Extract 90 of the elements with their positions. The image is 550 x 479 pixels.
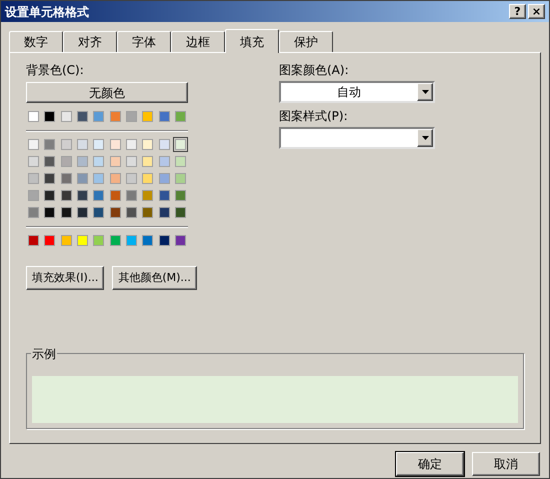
close-button[interactable]: × [528,4,545,19]
dropdown-value: 自动 [337,84,361,101]
tab[interactable]: 对齐 [63,31,117,52]
color-swatch[interactable] [124,171,139,186]
fill-effects-button[interactable]: 填充效果(I)... [26,266,104,290]
color-swatch[interactable] [58,154,74,169]
color-swatch[interactable] [156,171,172,186]
color-swatch[interactable] [108,171,123,186]
color-swatch[interactable] [108,205,123,220]
color-swatch[interactable] [91,188,106,203]
color-swatch[interactable] [108,188,123,203]
color-swatch[interactable] [172,188,188,203]
color-swatch[interactable] [124,154,139,169]
color-swatch[interactable] [124,188,139,203]
color-swatch[interactable] [58,109,74,124]
color-swatch[interactable] [58,233,74,248]
color-swatch[interactable] [42,109,58,124]
color-swatch[interactable] [156,233,172,248]
color-swatch[interactable] [26,188,41,203]
window-title: 设置单元格格式 [5,4,90,20]
color-swatch[interactable] [74,137,90,152]
color-swatch[interactable] [91,205,106,220]
color-swatch[interactable] [140,109,156,124]
background-color-label: 背景色(C): [26,62,85,79]
pattern-style-label: 图案样式(P): [279,108,349,125]
tab[interactable]: 填充 [225,29,279,53]
color-swatch[interactable] [108,154,123,169]
ok-button[interactable]: 确定 [396,452,464,476]
more-colors-button[interactable]: 其他颜色(M)... [112,266,197,290]
color-swatch[interactable] [156,137,172,152]
dropdown-field[interactable] [279,127,435,149]
color-swatch[interactable] [124,205,139,220]
color-swatch[interactable] [124,137,139,152]
color-swatch[interactable] [74,154,90,169]
color-swatch[interactable] [108,137,123,152]
color-swatch[interactable] [26,233,41,248]
color-swatch[interactable] [58,188,74,203]
help-button[interactable]: ? [509,4,526,19]
color-swatch[interactable] [124,233,139,248]
color-swatch[interactable] [140,233,156,248]
color-swatch[interactable] [58,137,74,152]
color-swatch[interactable] [58,205,74,220]
color-swatch[interactable] [172,109,188,124]
tab[interactable]: 数字 [9,31,63,52]
color-swatch[interactable] [140,205,156,220]
color-swatch[interactable] [74,109,90,124]
color-swatch[interactable] [58,171,74,186]
color-swatch[interactable] [74,205,90,220]
color-swatch[interactable] [42,188,58,203]
color-swatch[interactable] [26,205,41,220]
color-swatch[interactable] [91,233,106,248]
color-swatch[interactable] [156,154,172,169]
color-swatch[interactable] [74,233,90,248]
color-swatch[interactable] [140,137,156,152]
color-swatch[interactable] [156,205,172,220]
color-swatch[interactable] [140,188,156,203]
color-swatch[interactable] [172,171,188,186]
color-swatch[interactable] [156,109,172,124]
color-swatch[interactable] [172,205,188,220]
color-swatch[interactable] [26,171,41,186]
color-swatch[interactable] [124,109,139,124]
color-swatch[interactable] [91,137,106,152]
color-swatch[interactable] [42,233,58,248]
color-swatch[interactable] [91,154,106,169]
color-swatch[interactable] [172,137,188,152]
cancel-button[interactable]: 取消 [472,452,540,476]
color-swatch[interactable] [156,188,172,203]
color-swatch[interactable] [91,171,106,186]
color-swatch[interactable] [74,188,90,203]
color-swatch[interactable] [140,171,156,186]
dropdown-field[interactable]: 自动 [279,81,435,103]
color-swatch[interactable] [108,233,123,248]
color-swatch[interactable] [26,154,41,169]
color-swatch[interactable] [172,233,188,248]
color-swatch[interactable] [74,171,90,186]
color-swatch[interactable] [140,154,156,169]
color-swatch[interactable] [26,109,41,124]
color-swatch[interactable] [91,109,106,124]
color-swatch[interactable] [26,137,41,152]
tab[interactable]: 保护 [279,31,333,52]
color-swatch[interactable] [108,109,123,124]
color-swatch[interactable] [42,137,58,152]
no-color-button[interactable]: 无颜色 [26,82,188,103]
tab[interactable]: 边框 [171,31,225,52]
color-swatch[interactable] [42,171,58,186]
color-swatch[interactable] [42,154,58,169]
color-swatch[interactable] [42,205,58,220]
color-swatch[interactable] [172,154,188,169]
pattern-color-label: 图案颜色(A): [279,62,350,79]
tab[interactable]: 字体 [117,31,171,52]
